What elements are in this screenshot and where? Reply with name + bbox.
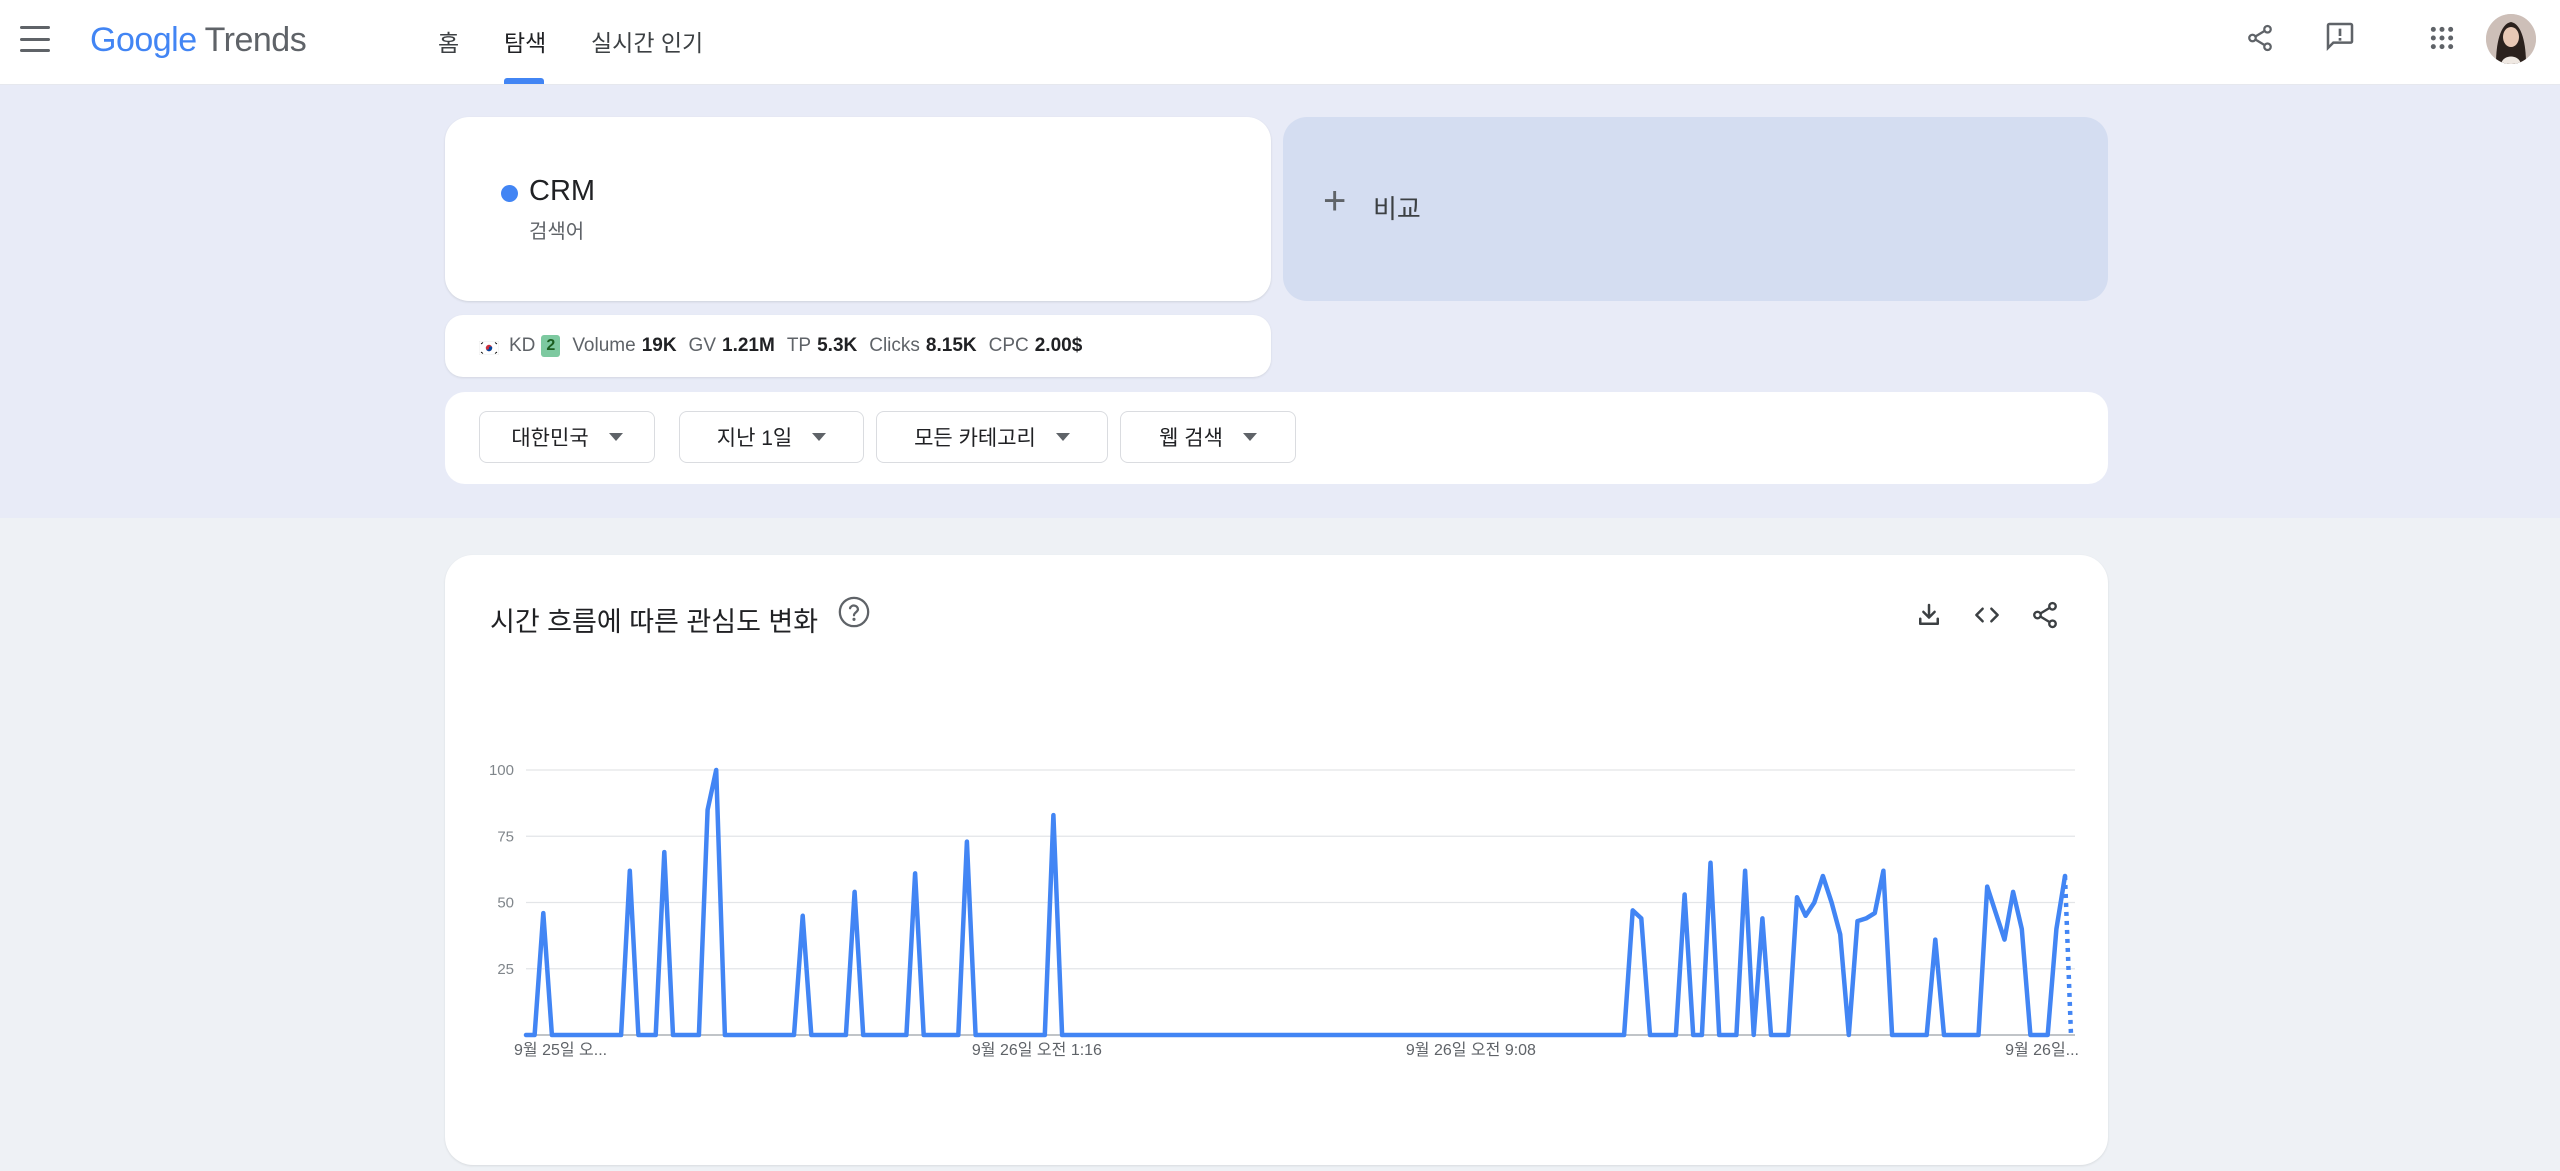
category-filter-label: 모든 카테고리 — [914, 427, 1036, 450]
search-term-type: 검색어 — [529, 221, 585, 243]
cpc-label: CPC — [988, 335, 1029, 356]
tp-value: 5.3K — [817, 335, 858, 356]
logo-trends-text: Trends — [204, 21, 307, 59]
active-tab-indicator — [504, 78, 544, 84]
filter-row: 대한민국 지난 1일 모든 카테고리 웹 검색 — [445, 392, 2108, 484]
dropdown-arrow-icon — [1242, 433, 1257, 441]
logo-google-text: Google — [90, 21, 197, 59]
clicks-value: 8.15K — [925, 335, 977, 356]
search-term-card[interactable]: CRM 검색어 — [445, 117, 1271, 301]
clicks-label: Clicks — [869, 335, 920, 356]
gv-label: GV — [688, 335, 716, 356]
volume-value: 19K — [641, 335, 677, 356]
x-tick-label: 9월 26일 오전 1:16 — [972, 1041, 1102, 1059]
feedback-icon[interactable] — [2320, 16, 2360, 56]
series-color-dot — [501, 185, 518, 202]
country-filter-label: 대한민국 — [511, 427, 589, 450]
y-tick-label: 50 — [497, 895, 514, 912]
top-app-bar — [0, 0, 2560, 85]
share-icon[interactable] — [2240, 18, 2280, 58]
avatar[interactable] — [2486, 14, 2536, 64]
tab-explore[interactable]: 탐색 — [504, 24, 546, 62]
x-tick-label: 9월 26일... — [2005, 1041, 2079, 1059]
volume-label: Volume — [572, 335, 636, 356]
compare-button[interactable]: + 비교 — [1283, 117, 2108, 301]
search-type-filter-label: 웹 검색 — [1159, 427, 1223, 450]
plus-icon: + — [1323, 179, 1347, 223]
cpc-value: 2.00$ — [1034, 335, 1083, 356]
interest-over-time-chart[interactable]: 25 50 75 100 9월 25일 오... 9월 26일 오전 1:16 9월 26… — [445, 555, 2108, 1165]
compare-label: 비교 — [1373, 194, 1421, 224]
search-term-name: CRM — [529, 175, 596, 207]
search-type-filter-dropdown[interactable]: 웹 검색 — [1120, 411, 1296, 463]
gv-value: 1.21M — [722, 335, 775, 356]
time-range-filter-dropdown[interactable]: 지난 1일 — [679, 411, 864, 463]
y-tick-label: 25 — [497, 961, 514, 978]
kd-badge: 2 — [541, 335, 561, 357]
interest-over-time-card: 시간 흐름에 따른 관심도 변화 25 50 75 100 9월 25일 오... 9월… — [445, 555, 2108, 1165]
series-partial-data-line — [2062, 875, 2074, 1036]
x-tick-label: 9월 25일 오... — [514, 1041, 607, 1059]
main-menu-icon[interactable] — [20, 26, 50, 52]
kr-flag-icon — [478, 339, 500, 356]
y-tick-label: 100 — [489, 762, 514, 779]
tab-trending-now[interactable]: 실시간 인기 — [591, 24, 703, 62]
tab-home[interactable]: 홈 — [438, 24, 459, 62]
dropdown-arrow-icon — [1055, 433, 1070, 441]
apps-grid-icon[interactable] — [2422, 18, 2462, 58]
x-tick-label: 9월 26일 오전 9:08 — [1406, 1041, 1536, 1059]
kd-label: KD — [509, 335, 536, 356]
google-trends-logo[interactable]: Google Trends — [90, 18, 307, 62]
y-tick-label: 75 — [497, 828, 514, 845]
country-filter-dropdown[interactable]: 대한민국 — [479, 411, 655, 463]
tp-label: TP — [786, 335, 812, 356]
time-range-filter-label: 지난 1일 — [716, 427, 793, 450]
keyword-metrics-bar: KD 2 Volume 19K GV 1.21M TP 5.3K Clicks … — [445, 315, 1271, 377]
dropdown-arrow-icon — [608, 433, 623, 441]
dropdown-arrow-icon — [812, 433, 827, 441]
category-filter-dropdown[interactable]: 모든 카테고리 — [876, 411, 1108, 463]
